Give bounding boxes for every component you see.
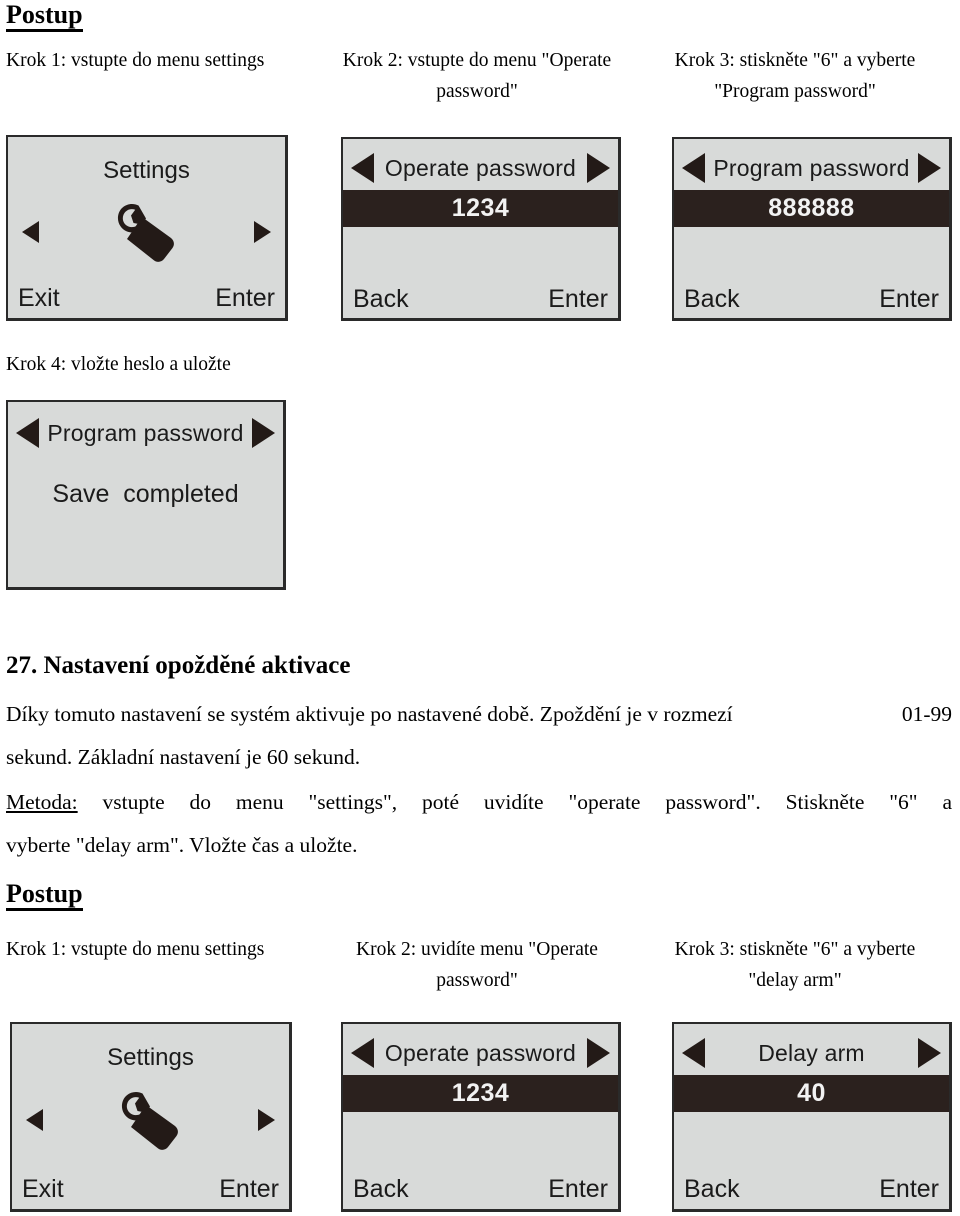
lcd-screen-settings-2: Settings Exit Enter [10, 1022, 292, 1212]
page-title-postup-bottom: Postup [6, 881, 83, 911]
step-caption-2-line2: password" [436, 81, 518, 102]
wrench-icon [121, 1092, 178, 1150]
lcd-button-enter[interactable]: Enter [548, 285, 608, 314]
document-page: Postup Krok 1: vstupte do menu settings … [0, 0, 960, 1216]
lcd-title-program-password: Program password [47, 419, 244, 446]
section-heading-27: 27. Nastavení opožděné aktivace [6, 652, 351, 679]
step2-caption-2-line1: Krok 2: uvidíte menu "Operate [356, 939, 598, 960]
metoda-word-1: do [189, 790, 211, 814]
lcd-title-settings: Settings [103, 157, 190, 184]
metoda-word-0: vstupte [102, 790, 165, 814]
lcd-value-delay-arm: 40 [674, 1075, 949, 1112]
lcd-button-back[interactable]: Back [684, 285, 740, 314]
lcd-button-back[interactable]: Back [684, 1175, 740, 1204]
lcd-button-back[interactable]: Back [353, 285, 409, 314]
lcd-screen-program-password: Program password 888888 Back Enter [672, 137, 952, 321]
nav-left-arrow-icon[interactable] [22, 221, 39, 243]
step-caption-2-line1: Krok 2: vstupte do menu "Operate [342, 50, 612, 71]
nav-left-arrow-icon[interactable] [351, 153, 374, 183]
nav-right-arrow-icon[interactable] [258, 1109, 275, 1131]
lcd-title-settings: Settings [107, 1044, 194, 1071]
metoda-word-5: uvidíte [483, 790, 544, 814]
nav-right-arrow-icon[interactable] [587, 153, 610, 183]
lcd-title-delay-arm: Delay arm [758, 1039, 865, 1066]
nav-right-arrow-icon[interactable] [254, 221, 271, 243]
paragraph-27-line2: sekund. Základní nastavení je 60 sekund. [6, 745, 361, 769]
nav-right-arrow-icon[interactable] [918, 153, 941, 183]
lcd-screen-operate-password-1: Operate password 1234 Back Enter [341, 137, 621, 321]
lcd-screen-save-completed: Program password Save completed [6, 400, 286, 590]
step-caption-1: Krok 1: vstupte do menu settings [6, 50, 265, 71]
paragraph-27-line1-left: Díky tomuto nastavení se systém aktivuje… [6, 702, 733, 726]
page-title-postup-top: Postup [6, 2, 83, 32]
lcd-message-save-completed: Save completed [52, 480, 239, 508]
lcd-button-enter[interactable]: Enter [215, 284, 275, 313]
step-caption-4: Krok 4: vložte heslo a uložte [6, 354, 231, 375]
metoda-word-3: "settings", [308, 790, 398, 814]
lcd-button-exit[interactable]: Exit [18, 284, 60, 313]
metoda-word-10: a [942, 790, 952, 814]
wrench-icon [117, 204, 174, 262]
nav-left-arrow-icon[interactable] [16, 418, 39, 448]
metoda-word-6: "operate [568, 790, 641, 814]
lcd-title-operate-password: Operate password [384, 154, 577, 181]
nav-left-arrow-icon[interactable] [351, 1038, 374, 1068]
lcd-title-operate-password: Operate password [384, 1039, 577, 1066]
nav-right-arrow-icon[interactable] [252, 418, 275, 448]
lcd-button-enter[interactable]: Enter [879, 285, 939, 314]
lcd-screen-operate-password-2: Operate password 1234 Back Enter [341, 1022, 621, 1212]
nav-left-arrow-icon[interactable] [26, 1109, 43, 1131]
lcd-value-operate-password: 1234 [343, 190, 618, 227]
nav-left-arrow-icon[interactable] [682, 1038, 705, 1068]
step2-caption-2-line2: password" [436, 970, 518, 991]
nav-right-arrow-icon[interactable] [918, 1038, 941, 1068]
metoda-word-7: password". [665, 790, 761, 814]
step2-caption-3-line1: Krok 3: stiskněte "6" a vyberte [674, 939, 916, 960]
step2-caption-3-line2: "delay arm" [748, 970, 842, 991]
lcd-button-enter[interactable]: Enter [219, 1175, 279, 1204]
lcd-button-back[interactable]: Back [353, 1175, 409, 1204]
nav-right-arrow-icon[interactable] [587, 1038, 610, 1068]
lcd-title-program-password: Program password [713, 154, 910, 181]
lcd-button-exit[interactable]: Exit [22, 1175, 64, 1204]
lcd-button-enter[interactable]: Enter [879, 1175, 939, 1204]
lcd-screen-delay-arm: Delay arm 40 Back Enter [672, 1022, 952, 1212]
metoda-line2: vyberte "delay arm". Vložte čas a uložte… [6, 833, 358, 857]
metoda-word-9: "6" [889, 790, 918, 814]
metoda-word-2: menu [235, 790, 284, 814]
metoda-word-4: poté [421, 790, 459, 814]
step2-caption-1: Krok 1: vstupte do menu settings [6, 939, 265, 960]
lcd-value-operate-password: 1234 [343, 1075, 618, 1112]
lcd-screen-settings-1: Settings Exit Enter [6, 135, 288, 321]
metoda-word-8: Stiskněte [785, 790, 865, 814]
nav-left-arrow-icon[interactable] [682, 153, 705, 183]
step-caption-3-line1: Krok 3: stiskněte "6" a vyberte [674, 50, 916, 71]
metoda-label: Metoda: [6, 790, 78, 814]
paragraph-27-line1-right: 01-99 [901, 702, 952, 726]
lcd-value-program-password: 888888 [674, 190, 949, 227]
lcd-button-enter[interactable]: Enter [548, 1175, 608, 1204]
step-caption-3-line2: "Program password" [714, 81, 876, 102]
